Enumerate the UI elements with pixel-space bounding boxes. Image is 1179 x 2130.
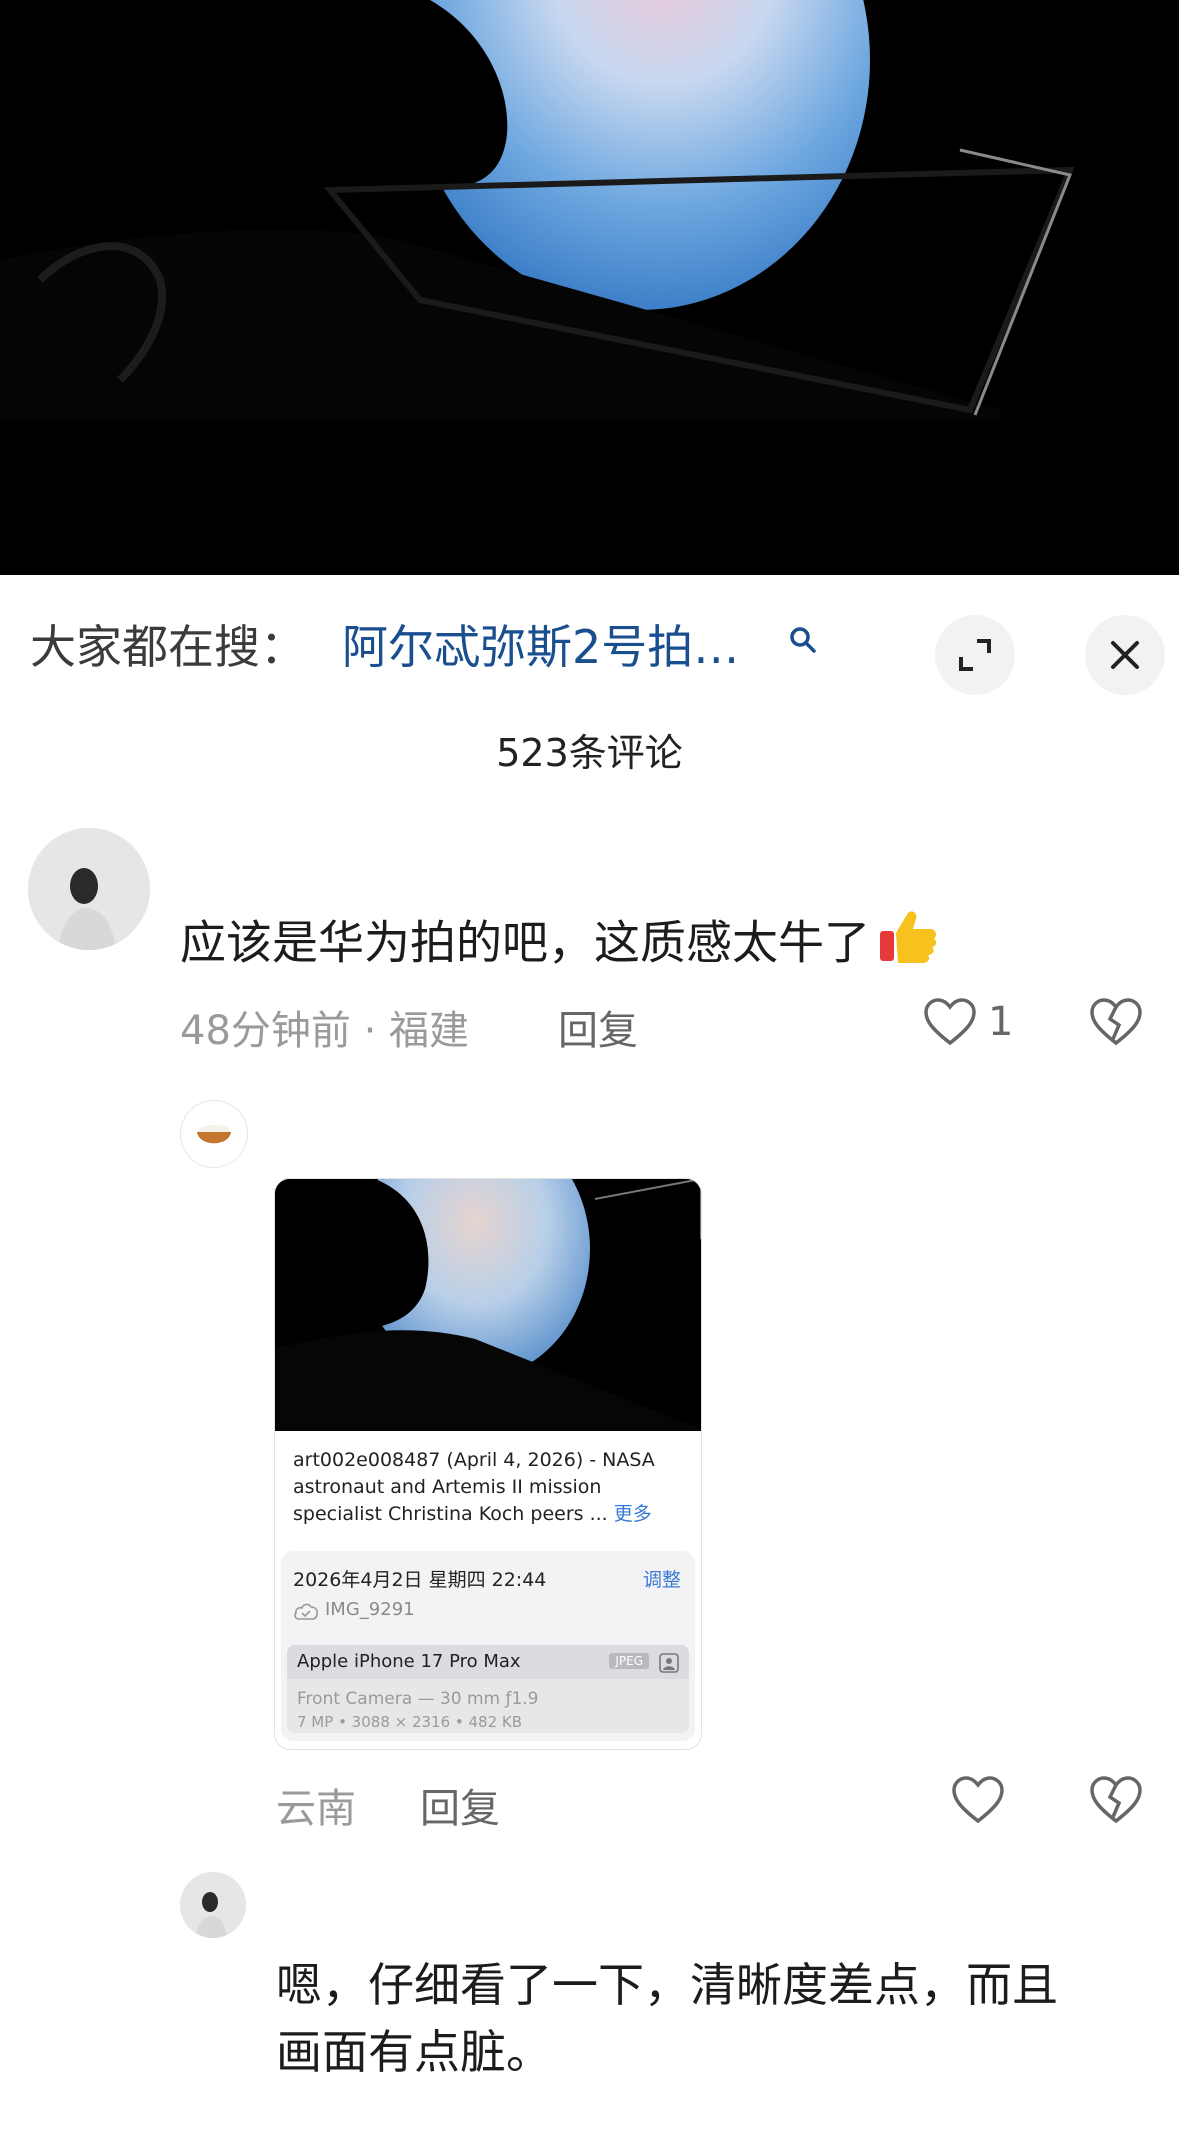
card-more-link[interactable]: 更多 [614, 1503, 652, 1525]
reply-button[interactable]: 回复 [558, 998, 638, 1056]
earth-window-illustration [0, 0, 1179, 575]
user-avatar-image [180, 1872, 246, 1938]
card-photo [275, 1179, 701, 1431]
reply-avatar[interactable] [180, 1100, 248, 1168]
close-button[interactable] [1085, 615, 1165, 695]
user-avatar-image [28, 828, 150, 950]
heart-icon [924, 998, 976, 1046]
photo-dimensions: 7 MP • 3088 × 2316 • 482 KB [297, 1713, 523, 1731]
reply-location: 云南 [276, 1786, 356, 1832]
broken-heart-icon [1090, 998, 1142, 1046]
search-suggestion-bar: 大家都在搜： 阿尔忒弥斯2号拍… [0, 575, 1179, 730]
photo-info-card[interactable]: art002e008487 (April 4, 2026) - NASA ast… [274, 1178, 702, 1750]
card-caption: art002e008487 (April 4, 2026) - NASA ast… [293, 1449, 655, 1525]
photo-info-box: 2026年4月2日 星期四 22:44 调整 IMG_9291 Apple iP… [281, 1551, 695, 1741]
avatar[interactable] [28, 828, 150, 950]
expand-button[interactable] [935, 615, 1015, 695]
search-suggestion-link[interactable]: 阿尔忒弥斯2号拍… [342, 615, 739, 679]
camera-specs: Front Camera — 30 mm ƒ1.9 [297, 1689, 539, 1709]
broken-heart-icon [1090, 1776, 1142, 1824]
comment-time-location: 48分钟前 · 福建 [180, 1008, 470, 1054]
device-header: Apple iPhone 17 Pro Max JPEG [287, 1645, 689, 1679]
format-badge: JPEG [609, 1653, 649, 1669]
heart-icon [952, 1776, 1004, 1824]
comment-count: 523条评论 [496, 731, 683, 775]
dislike-button[interactable] [1088, 995, 1144, 1051]
video-frame-earth-window[interactable] [0, 0, 1179, 575]
portrait-icon [659, 1653, 679, 1673]
dislike-button[interactable] [1088, 1773, 1144, 1829]
like-button[interactable] [950, 1773, 1006, 1829]
device-info: Apple iPhone 17 Pro Max JPEG Front Camer… [287, 1645, 689, 1733]
close-icon [1111, 641, 1139, 669]
device-name: Apple iPhone 17 Pro Max [297, 1651, 521, 1672]
search-icon[interactable] [788, 625, 818, 655]
photo-datetime: 2026年4月2日 星期四 22:44 [293, 1569, 547, 1591]
rice-bowl-avatar-image [197, 1125, 231, 1144]
like-button[interactable]: 1 [922, 995, 1030, 1051]
reply-text: 嗯，仔细看了一下，清晰度差点，而且 画面有点脏。 [276, 1958, 1058, 2079]
photo-filename: IMG_9291 [325, 1599, 415, 1620]
comment-text: 应该是华为拍的吧，这质感太牛了 [180, 905, 940, 987]
reply-avatar[interactable] [180, 1872, 246, 1938]
earth-window-thumbnail [275, 1179, 701, 1431]
thumbs-up-emoji [876, 905, 940, 987]
cloud-check-icon [294, 1603, 318, 1620]
adjust-link[interactable]: 调整 [643, 1565, 681, 1592]
reply-button[interactable]: 回复 [420, 1776, 500, 1834]
expand-icon [959, 639, 991, 671]
like-count: 1 [988, 999, 1014, 1045]
search-prefix-label: 大家都在搜： [30, 620, 306, 674]
